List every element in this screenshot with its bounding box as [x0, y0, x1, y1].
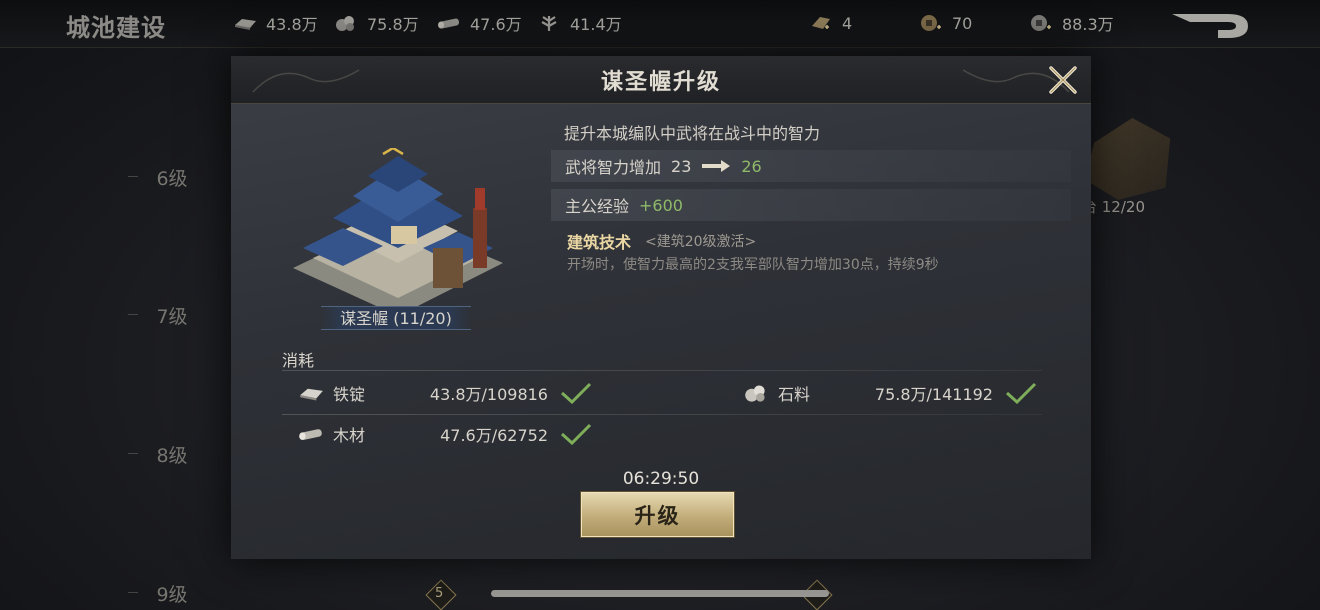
resource-iron-value: 43.8万	[266, 15, 318, 34]
upgrade-timer: 06:29:50	[622, 469, 700, 489]
check-icon	[560, 423, 592, 445]
resource-stone-value: 75.8万	[367, 15, 419, 34]
cost-stone-name: 石料	[778, 385, 811, 404]
currency-silver[interactable]: 88.3万	[1028, 12, 1114, 34]
building-image	[293, 148, 503, 316]
cost-wood-name: 木材	[333, 426, 366, 445]
silver-coin-icon	[1031, 15, 1051, 31]
stat-exp-value: +600	[639, 195, 683, 215]
dialog-header: 谋圣幄升级	[231, 56, 1091, 104]
page-title: 城池建设	[66, 13, 166, 42]
stat-intel-label: 武将智力增加	[565, 158, 662, 177]
currency-gold-value: 4	[842, 13, 853, 33]
cost-iron-value: 43.8万/109816	[429, 385, 548, 404]
stat-intel-row: 武将智力增加 23 26	[551, 150, 1071, 182]
close-icon[interactable]	[1047, 64, 1079, 96]
currency-silver-value: 88.3万	[1062, 15, 1114, 34]
dialog-title: 谋圣幄升级	[600, 69, 721, 95]
cost-iron-name: 铁锭	[333, 385, 366, 404]
cost-iron: 铁锭 43.8万/109816	[297, 378, 592, 408]
level-tag-6: 6级	[128, 162, 206, 192]
resource-grain[interactable]: 41.4万	[536, 12, 622, 34]
level-tag-7: 7级	[128, 300, 206, 330]
resource-wood[interactable]: 47.6万	[436, 12, 522, 34]
home-indicator[interactable]	[491, 590, 829, 597]
cost-stone: 石料 75.8万/141192	[742, 378, 1037, 408]
iron-ingot-icon	[300, 388, 323, 401]
path-marker-number: 5	[435, 586, 444, 601]
resource-grain-value: 41.4万	[570, 15, 622, 34]
divider	[282, 370, 1042, 371]
stat-intel-from: 23	[671, 156, 692, 176]
stat-exp-row: 主公经验 +600	[551, 189, 1071, 221]
cost-stone-value: 75.8万/141192	[874, 385, 993, 404]
stat-exp-label: 主公经验	[565, 197, 630, 216]
currency-gold[interactable]: 4	[808, 12, 852, 34]
check-icon	[1005, 382, 1037, 404]
consume-label: 消耗	[282, 351, 315, 370]
stone-icon	[745, 385, 765, 402]
upgrade-dialog: 谋圣幄升级 谋圣幄 (11/20) 提升本城编队中武将在战斗中的智力 武将智力增…	[231, 56, 1091, 559]
resource-iron[interactable]: 43.8万	[232, 12, 318, 34]
background-building-label: 台 12/20	[1082, 198, 1145, 216]
building-name: 谋圣幄 (11/20)	[321, 306, 471, 330]
wood-icon	[438, 18, 460, 29]
copper-coin-icon	[921, 15, 941, 31]
level-tag-8: 8级	[128, 439, 206, 469]
iron-ingot-icon	[235, 19, 256, 30]
cost-wood-value: 47.6万/62752	[440, 426, 548, 445]
resource-wood-value: 47.6万	[470, 15, 522, 34]
tech-condition: <建筑20级激活>	[645, 234, 757, 250]
resource-stone[interactable]: 75.8万	[333, 12, 419, 34]
stone-icon	[336, 16, 354, 31]
check-icon	[560, 382, 592, 404]
top-resource-bar: 城池建设 43.8万 75.8万 47.6万 41.4万 4 70 88.3万	[0, 0, 1320, 48]
currency-copper-value: 70	[952, 13, 973, 33]
stat-intel-to: 26	[741, 156, 762, 176]
arrow-right-icon	[702, 160, 731, 172]
upgrade-description: 提升本城编队中武将在战斗中的智力	[564, 124, 821, 143]
wood-icon	[299, 429, 322, 440]
level-tag-9: 9级	[128, 578, 206, 608]
currency-copper[interactable]: 70	[918, 12, 972, 34]
gold-bar-icon	[812, 17, 830, 29]
upgrade-button[interactable]: 升级	[581, 492, 734, 537]
tech-title: 建筑技术	[567, 233, 632, 252]
grain-icon	[541, 16, 557, 31]
back-arrow-icon[interactable]	[1170, 10, 1252, 40]
cost-wood: 木材 47.6万/62752	[297, 419, 592, 449]
tech-description: 开场时，使智力最高的2支我军部队智力增加30点，持续9秒	[567, 257, 939, 273]
divider	[282, 414, 1042, 415]
